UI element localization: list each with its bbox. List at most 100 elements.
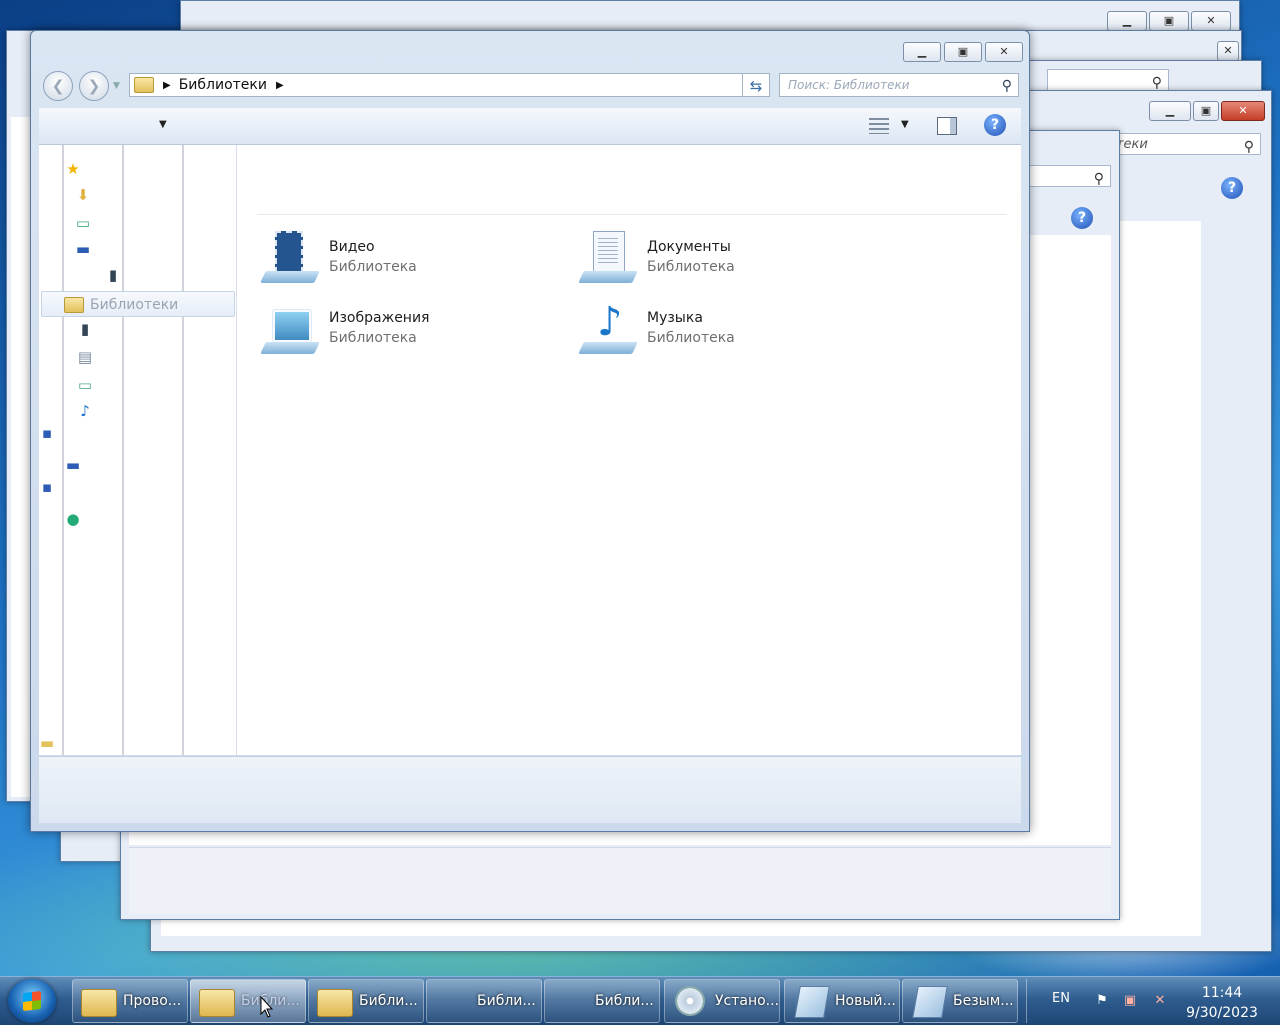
clock-date: 9/30/2023 bbox=[1186, 1005, 1258, 1021]
chevron-right-icon[interactable]: ▶ bbox=[163, 80, 171, 91]
video-icon[interactable]: ▮ bbox=[105, 267, 121, 283]
tray-expand-button[interactable] bbox=[1026, 979, 1037, 1023]
drive-icon[interactable]: ▪ bbox=[39, 479, 55, 495]
breadcrumb[interactable]: Библиотеки bbox=[179, 77, 267, 93]
library-type: Библиотека bbox=[329, 330, 417, 346]
library-item-video[interactable]: Видео Библиотека bbox=[260, 229, 417, 285]
video-library-nav-icon[interactable]: ▮ bbox=[77, 321, 93, 337]
homegroup-icon[interactable]: ▪ bbox=[39, 425, 55, 441]
refresh-button[interactable]: ⇆ bbox=[742, 73, 770, 97]
minimize-button[interactable]: ▁ bbox=[903, 42, 941, 62]
library-item-documents[interactable]: Документы Библиотека bbox=[578, 229, 735, 285]
desktop-icon[interactable]: ▭ bbox=[75, 215, 91, 231]
maximize-button[interactable]: ▣ bbox=[944, 42, 982, 62]
library-type: Библиотека bbox=[329, 259, 417, 275]
recent-places-icon[interactable]: ▬ bbox=[75, 241, 91, 257]
taskbar-item-libraries[interactable]: Библи... bbox=[426, 979, 542, 1023]
search-box[interactable]: отеки ⚲ bbox=[1101, 133, 1261, 155]
help-icon[interactable]: ? bbox=[1221, 177, 1243, 199]
preview-pane-icon[interactable] bbox=[937, 117, 957, 135]
taskbar-item-libraries-active[interactable]: Библи... bbox=[190, 979, 306, 1023]
library-item-music[interactable]: ♪ Музыка Библиотека bbox=[578, 300, 735, 356]
forward-button[interactable]: ❯ bbox=[79, 71, 109, 101]
folder-icon bbox=[199, 989, 235, 1017]
close-button[interactable]: ✕ bbox=[1191, 11, 1231, 31]
window-controls: ▁ ▣ ✕ bbox=[903, 42, 1023, 62]
library-name: Изображения bbox=[329, 310, 430, 326]
folder-icon bbox=[317, 989, 353, 1017]
video-library-icon bbox=[260, 229, 320, 285]
search-box[interactable]: ⚲ bbox=[1021, 165, 1111, 187]
taskbar-item-libraries[interactable]: Библи... bbox=[544, 979, 660, 1023]
search-box[interactable]: ⚲ bbox=[1047, 69, 1169, 91]
pictures-nav-icon[interactable]: ▭ bbox=[77, 377, 93, 393]
maximize-button[interactable]: ▣ bbox=[1149, 11, 1189, 31]
minimize-button[interactable]: ▁ bbox=[1107, 11, 1147, 31]
details-pane bbox=[129, 847, 1111, 914]
file-list: Видео Библиотека Документы Библиотека Из… bbox=[237, 145, 1021, 755]
favorites-star-icon[interactable]: ★ bbox=[65, 161, 81, 177]
taskbar-item-label: Библи... bbox=[477, 993, 536, 1009]
library-item-pictures[interactable]: Изображения Библиотека bbox=[260, 300, 430, 356]
library-name: Музыка bbox=[647, 310, 703, 326]
documents-library-icon bbox=[578, 229, 638, 285]
divider bbox=[257, 214, 1007, 215]
downloads-icon[interactable]: ⬇ bbox=[75, 187, 91, 203]
maximize-button[interactable]: ▣ bbox=[1193, 101, 1219, 121]
organize-dropdown[interactable]: ▼ bbox=[159, 119, 167, 130]
pictures-library-icon bbox=[260, 300, 320, 356]
taskbar-item-libraries[interactable]: Библи... bbox=[308, 979, 424, 1023]
network-icon[interactable]: ▣ bbox=[1122, 993, 1138, 1009]
taskbar-item-notepad[interactable]: Новый... bbox=[784, 979, 900, 1023]
folder-icon bbox=[134, 77, 154, 93]
explorer-window[interactable]: ▁ ▣ ✕ ❮ ❯ ▼ ▶ Библиотеки ▶ ▼ ⇆ Поиск: Би… bbox=[30, 30, 1030, 832]
documents-nav-icon[interactable]: ▤ bbox=[77, 349, 93, 365]
action-center-icon[interactable]: ⚑ bbox=[1094, 993, 1110, 1009]
language-indicator[interactable]: EN bbox=[1052, 991, 1070, 1006]
libraries-icon bbox=[64, 297, 84, 313]
window-controls: ▁ ▣ ✕ bbox=[1149, 101, 1265, 121]
help-icon[interactable]: ? bbox=[984, 114, 1006, 136]
clock[interactable]: 11:44 9/30/2023 bbox=[1180, 983, 1264, 1023]
paint-icon bbox=[912, 986, 948, 1018]
music-library-icon: ♪ bbox=[578, 300, 638, 356]
network-icon[interactable]: ● bbox=[65, 511, 81, 527]
help-icon[interactable]: ? bbox=[1071, 207, 1093, 229]
folder-icon bbox=[81, 989, 117, 1017]
start-button[interactable] bbox=[8, 979, 56, 1023]
folder-icon[interactable]: ▬ bbox=[39, 735, 55, 751]
taskbar-item-explorer[interactable]: Прово... bbox=[72, 979, 188, 1023]
computer-icon[interactable]: ▬ bbox=[65, 457, 81, 473]
close-button[interactable]: ✕ bbox=[1217, 41, 1239, 61]
system-tray: EN ⚑ ▣ ✕ 11:44 9/30/2023 bbox=[1026, 977, 1280, 1025]
library-type: Библиотека bbox=[647, 330, 735, 346]
taskbar-item-label: Устано... bbox=[715, 993, 780, 1009]
library-name: Видео bbox=[329, 239, 375, 255]
search-input[interactable]: Поиск: Библиотеки ⚲ bbox=[779, 73, 1019, 97]
view-options-icon[interactable] bbox=[869, 118, 889, 134]
search-placeholder: Поиск: Библиотеки bbox=[788, 78, 910, 92]
cd-installer-icon bbox=[675, 986, 705, 1016]
taskbar-item-label: Библи... bbox=[359, 993, 418, 1009]
nav-item-libraries[interactable]: Библиотеки bbox=[41, 291, 235, 317]
details-pane bbox=[39, 756, 1021, 823]
library-type: Библиотека bbox=[647, 259, 735, 275]
back-button[interactable]: ❮ bbox=[43, 71, 73, 101]
taskbar-item-paint[interactable]: Безым... bbox=[902, 979, 1018, 1023]
search-icon: ⚲ bbox=[1001, 78, 1012, 94]
search-icon: ⚲ bbox=[1243, 139, 1254, 155]
taskbar-item-installer[interactable]: Устано... bbox=[664, 979, 780, 1023]
taskbar-item-label: Новый... bbox=[835, 993, 896, 1009]
taskbar-item-label: Безым... bbox=[953, 993, 1014, 1009]
recent-pages-dropdown[interactable]: ▼ bbox=[113, 81, 120, 91]
close-button[interactable]: ✕ bbox=[985, 42, 1023, 62]
command-bar: ▼ ▼ ? bbox=[39, 108, 1021, 145]
address-bar[interactable]: ▶ Библиотеки ▶ ▼ bbox=[129, 73, 769, 97]
minimize-button[interactable]: ▁ bbox=[1149, 101, 1191, 121]
taskbar-item-label: Прово... bbox=[123, 993, 182, 1009]
close-button[interactable]: ✕ bbox=[1221, 101, 1265, 121]
chevron-right-icon[interactable]: ▶ bbox=[276, 80, 284, 91]
view-dropdown[interactable]: ▼ bbox=[901, 119, 909, 130]
volume-muted-icon[interactable]: ✕ bbox=[1152, 993, 1168, 1009]
music-nav-icon[interactable]: ♪ bbox=[77, 403, 93, 419]
